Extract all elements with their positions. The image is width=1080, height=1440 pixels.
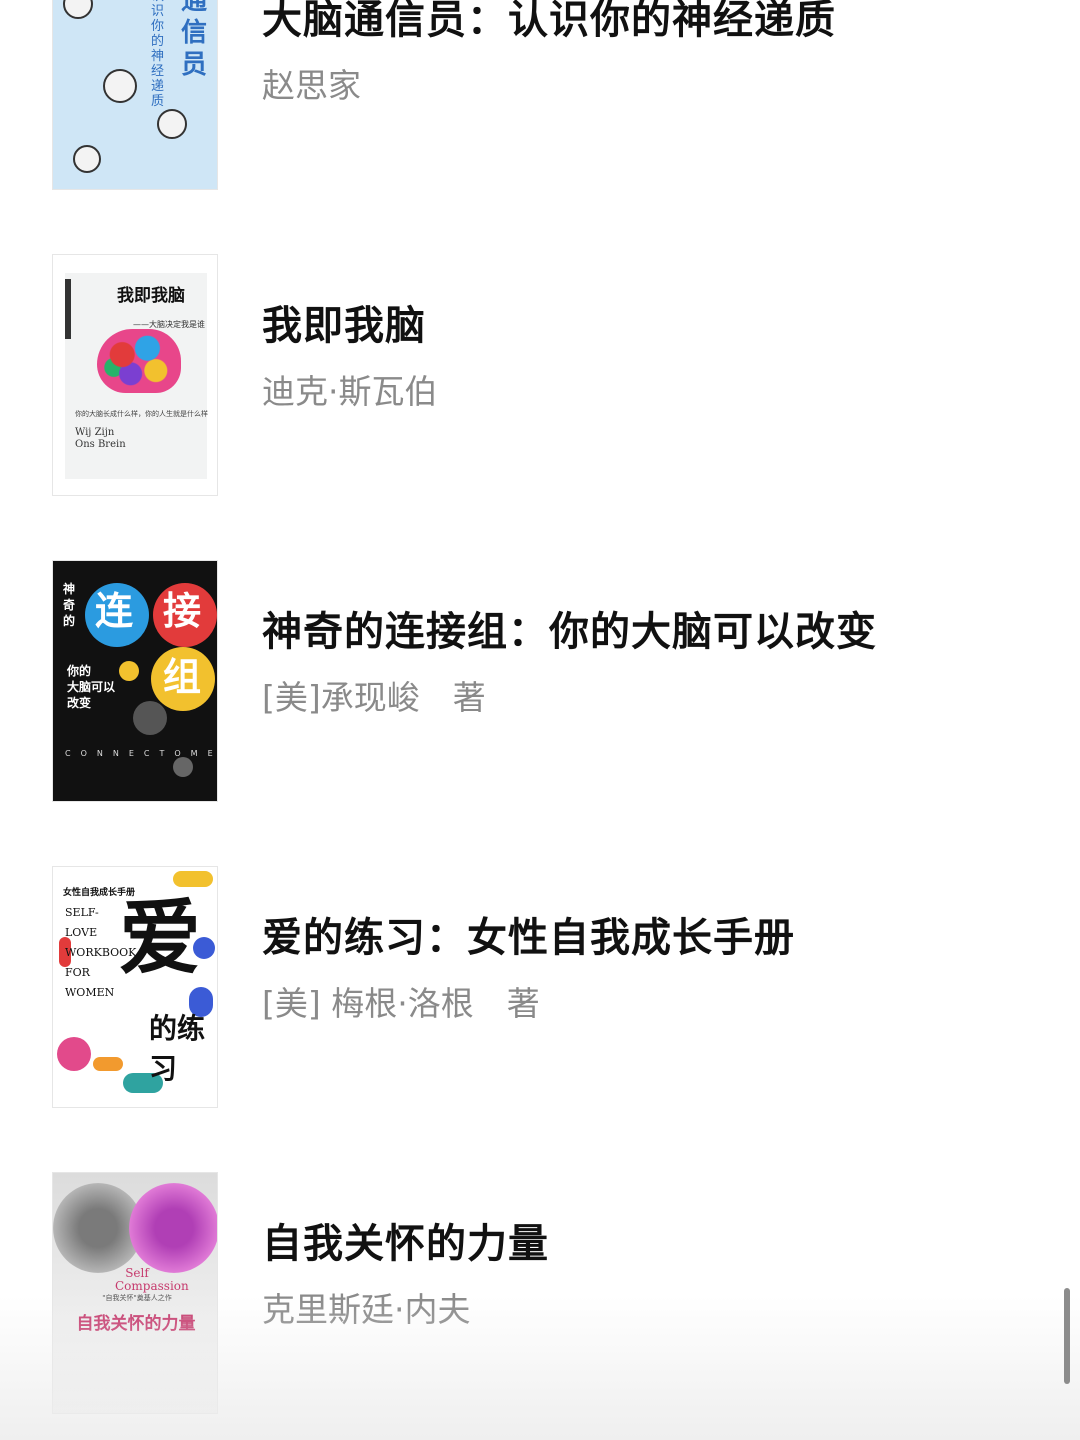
book-cover-image[interactable]: 女性自我成长手册 SELF-LOVE WORKBOOK FOR WOMEN 爱 … (52, 866, 218, 1108)
cover-dot (133, 701, 167, 735)
cover-char: 连 (95, 589, 134, 633)
cover-char: 组 (163, 655, 202, 699)
book-author: 迪克·斯瓦伯 (262, 372, 438, 411)
book-title[interactable]: 神奇的连接组：你的大脑可以改变 (262, 606, 1042, 658)
cover-note: "自我关怀"奠基人之作 (102, 1294, 172, 1302)
book-title[interactable]: 大脑通信员：认识你的神经递质 (262, 0, 1042, 46)
book-item[interactable]: Self Compassion "自我关怀"奠基人之作 自我关怀的力量 自我关怀… (0, 1110, 1080, 1416)
book-meta: 我即我脑 迪克·斯瓦伯 (262, 300, 1042, 414)
book-item[interactable]: 我即我脑 ——大脑决定我是谁 你的大脑长成什么样，你的人生就是什么样 Wij Z… (0, 192, 1080, 498)
book-item[interactable]: 女性自我成长手册 SELF-LOVE WORKBOOK FOR WOMEN 爱 … (0, 804, 1080, 1110)
cover-shape (173, 871, 213, 887)
illustration-figure (63, 0, 93, 19)
book-meta: 神奇的连接组：你的大脑可以改变 [美]承现峻 著 (262, 606, 1042, 720)
book-meta: 自我关怀的力量 克里斯廷·内夫 (262, 1218, 1042, 1332)
cover-subtitle: 的练习 (149, 1012, 206, 1085)
cover-tagline: 你的大脑长成什么样，你的人生就是什么样 (75, 410, 208, 418)
illustration-figure (157, 109, 187, 139)
book-title[interactable]: 我即我脑 (262, 300, 1042, 352)
cover-shape (57, 1037, 91, 1071)
cover-english-title: SELF-LOVE WORKBOOK FOR WOMEN (65, 906, 137, 999)
cover-english-title: Self Compassion (115, 1266, 189, 1293)
book-meta: 爱的练习：女性自我成长手册 [美] 梅根·洛根 著 (262, 912, 1042, 1026)
book-author: [美]承现峻 著 (262, 678, 486, 717)
cover-dot (119, 661, 139, 681)
book-item[interactable]: 认识你的神经递质 脑通信员 大脑通信员：认识你的神经递质 赵思家 (0, 0, 1080, 192)
book-list: 认识你的神经递质 脑通信员 大脑通信员：认识你的神经递质 赵思家 我即我脑 ——… (0, 0, 1080, 1440)
cover-title: 我即我脑 (117, 286, 185, 306)
cover-big-char: 爱 (119, 890, 202, 986)
book-title[interactable]: 爱的练习：女性自我成长手册 (262, 912, 1042, 964)
scrollbar[interactable] (1064, 1288, 1070, 1384)
brain-illustration (97, 329, 181, 393)
cover-subtitle: 认识你的神经递质 (151, 0, 165, 109)
cover-char: 接 (163, 589, 202, 633)
book-author: 克里斯廷·内夫 (262, 1290, 471, 1329)
cover-line: 大脑可以 (67, 680, 116, 694)
book-author: 赵思家 (262, 66, 361, 105)
book-cover-image[interactable]: 认识你的神经递质 脑通信员 (52, 0, 218, 190)
book-title[interactable]: 自我关怀的力量 (262, 1218, 1042, 1270)
cover-line: 你的 (67, 664, 92, 678)
cover-line: 改变 (67, 696, 92, 710)
book-author: [美] 梅根·洛根 著 (262, 984, 540, 1023)
cover-english-title: CONNECTOME (65, 749, 218, 758)
cover-title: 脑通信员 (181, 0, 208, 80)
cover-vertical-text: 神奇的 (63, 581, 83, 629)
book-meta: 大脑通信员：认识你的神经递质 赵思家 (262, 0, 1042, 108)
book-cover-image[interactable]: Self Compassion "自我关怀"奠基人之作 自我关怀的力量 (52, 1172, 218, 1414)
book-item[interactable]: 连 接 组 神奇的 你的 大脑可以 改变 CONNECTOME 神奇的连接组：你… (0, 498, 1080, 804)
cover-dot (173, 757, 193, 777)
cover-shape (93, 1057, 123, 1071)
cover-strip (65, 279, 71, 339)
book-cover-image[interactable]: 我即我脑 ——大脑决定我是谁 你的大脑长成什么样，你的人生就是什么样 Wij Z… (52, 254, 218, 496)
book-cover-image[interactable]: 连 接 组 神奇的 你的 大脑可以 改变 CONNECTOME (52, 560, 218, 802)
illustration-figure (73, 145, 101, 173)
silhouette-right (129, 1183, 217, 1273)
illustration-figure (103, 69, 137, 103)
cover-english-title: Wij Zijn Ons Brein (75, 427, 126, 450)
cover-title: 自我关怀的力量 (76, 1314, 196, 1334)
